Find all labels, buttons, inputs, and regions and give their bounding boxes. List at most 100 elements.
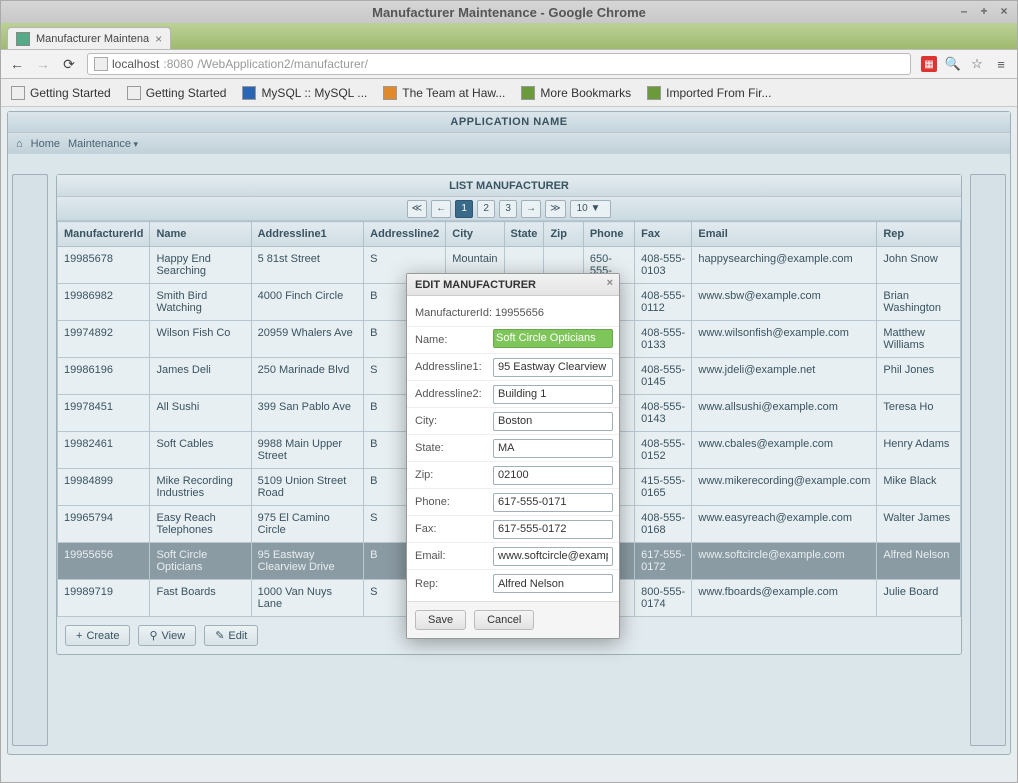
paginator-prev-button[interactable]: ← (431, 200, 451, 218)
paginator-last-button[interactable]: ≫ (545, 200, 565, 218)
bookmark-item[interactable]: Getting Started (127, 86, 227, 100)
cancel-button[interactable]: Cancel (474, 610, 534, 630)
paginator-next-button[interactable]: → (521, 200, 541, 218)
window-controls: – + × (957, 4, 1011, 18)
table-cell: John Snow (877, 247, 961, 284)
table-cell: 95 Eastway Clearview Drive (251, 543, 364, 580)
table-cell: 19978451 (58, 395, 150, 432)
table-cell: James Deli (150, 358, 251, 395)
edit-button[interactable]: ✎Edit (204, 625, 258, 646)
breadcrumb-section[interactable]: Maintenance (68, 138, 138, 150)
paginator-size-select[interactable]: 10 ▼ (570, 200, 612, 218)
column-header[interactable]: Addressline1 (251, 222, 364, 247)
column-header[interactable]: Fax (635, 222, 692, 247)
email-field[interactable] (493, 547, 613, 566)
table-cell: Phil Jones (877, 358, 961, 395)
table-cell: 408-555-0168 (635, 506, 692, 543)
table-cell: Easy Reach Telephones (150, 506, 251, 543)
table-cell: www.mikerecording@example.com (692, 469, 877, 506)
bookmark-icon (521, 86, 535, 100)
create-button[interactable]: +Create (65, 625, 130, 646)
column-header[interactable]: ManufacturerId (58, 222, 150, 247)
table-cell: 5109 Union Street Road (251, 469, 364, 506)
view-button[interactable]: ⚲View (138, 625, 196, 646)
column-header[interactable]: Rep (877, 222, 961, 247)
home-icon[interactable]: ⌂ (16, 138, 23, 150)
name-field[interactable]: Soft Circle Opticians (493, 329, 613, 348)
extension-icon[interactable]: ▦ (921, 56, 937, 72)
paginator-page-3[interactable]: 3 (499, 200, 517, 218)
breadcrumb-home[interactable]: Home (31, 138, 60, 150)
table-cell: www.allsushi@example.com (692, 395, 877, 432)
state-field[interactable] (493, 439, 613, 458)
phone-field[interactable] (493, 493, 613, 512)
bookmark-item[interactable]: Imported From Fir... (647, 86, 771, 100)
table-cell: 617-555-0172 (635, 543, 692, 580)
table-cell: All Sushi (150, 395, 251, 432)
column-header[interactable]: Name (150, 222, 251, 247)
url-host: localhost (112, 57, 159, 71)
breadcrumb: ⌂ Home Maintenance (8, 132, 1010, 154)
paginator-page-2[interactable]: 2 (477, 200, 495, 218)
paginator-page-1[interactable]: 1 (455, 200, 473, 218)
menu-icon[interactable]: ≡ (993, 56, 1009, 72)
browser-tab[interactable]: Manufacturer Maintena × (7, 27, 171, 49)
column-header[interactable]: State (504, 222, 544, 247)
table-cell: Mike Black (877, 469, 961, 506)
column-header[interactable]: Phone (583, 222, 634, 247)
table-cell: Happy End Searching (150, 247, 251, 284)
table-cell: 19965794 (58, 506, 150, 543)
table-cell: 19985678 (58, 247, 150, 284)
table-cell: 800-555-0174 (635, 580, 692, 617)
column-header[interactable]: Zip (544, 222, 583, 247)
table-cell: 5 81st Street (251, 247, 364, 284)
tab-close-icon[interactable]: × (155, 32, 162, 46)
url-input[interactable]: localhost:8080/WebApplication2/manufactu… (87, 53, 911, 75)
back-button[interactable]: ← (9, 56, 25, 72)
zip-field[interactable] (493, 466, 613, 485)
fax-field[interactable] (493, 520, 613, 539)
dialog-body: ManufacturerId:19955656 Name:Soft Circle… (407, 296, 619, 601)
column-header[interactable]: City (446, 222, 504, 247)
zoom-icon[interactable]: 🔍 (945, 56, 961, 72)
table-cell: 1000 Van Nuys Lane (251, 580, 364, 617)
nav-right-icons: ▦ 🔍 ☆ ≡ (921, 56, 1009, 72)
save-button[interactable]: Save (415, 610, 466, 630)
paginator-first-button[interactable]: ≪ (407, 200, 427, 218)
dialog-title[interactable]: EDIT MANUFACTURER × (407, 274, 619, 296)
table-cell: 19986196 (58, 358, 150, 395)
reload-button[interactable]: ⟳ (61, 56, 77, 73)
table-cell: Alfred Nelson (877, 543, 961, 580)
bookmark-item[interactable]: The Team at Haw... (383, 86, 505, 100)
bookmark-item[interactable]: Getting Started (11, 86, 111, 100)
addressline1-field[interactable] (493, 358, 613, 377)
rep-field[interactable] (493, 574, 613, 593)
window-title: Manufacturer Maintenance - Google Chrome (372, 5, 646, 20)
minimize-icon[interactable]: – (957, 4, 971, 18)
dialog-close-icon[interactable]: × (607, 277, 613, 289)
column-header[interactable]: Addressline2 (364, 222, 446, 247)
a1-label: Addressline1: (407, 361, 493, 373)
bookmark-star-icon[interactable]: ☆ (969, 56, 985, 72)
table-cell: Soft Circle Opticians (150, 543, 251, 580)
bookmark-icon (647, 86, 661, 100)
left-side-panel (12, 174, 48, 746)
city-field[interactable] (493, 412, 613, 431)
right-side-panel (970, 174, 1006, 746)
table-cell: www.jdeli@example.net (692, 358, 877, 395)
window-titlebar: Manufacturer Maintenance - Google Chrome… (1, 1, 1017, 23)
maximize-icon[interactable]: + (977, 4, 991, 18)
close-window-icon[interactable]: × (997, 4, 1011, 18)
forward-button[interactable]: → (35, 56, 51, 72)
table-cell: 19989719 (58, 580, 150, 617)
bookmark-icon (383, 86, 397, 100)
bookmark-item[interactable]: More Bookmarks (521, 86, 631, 100)
table-cell: happysearching@example.com (692, 247, 877, 284)
table-cell: 408-555-0133 (635, 321, 692, 358)
column-header[interactable]: Email (692, 222, 877, 247)
table-cell: Brian Washington (877, 284, 961, 321)
table-cell: Henry Adams (877, 432, 961, 469)
dialog-title-text: EDIT MANUFACTURER (415, 279, 536, 291)
addressline2-field[interactable] (493, 385, 613, 404)
bookmark-item[interactable]: MySQL :: MySQL ... (242, 86, 367, 100)
